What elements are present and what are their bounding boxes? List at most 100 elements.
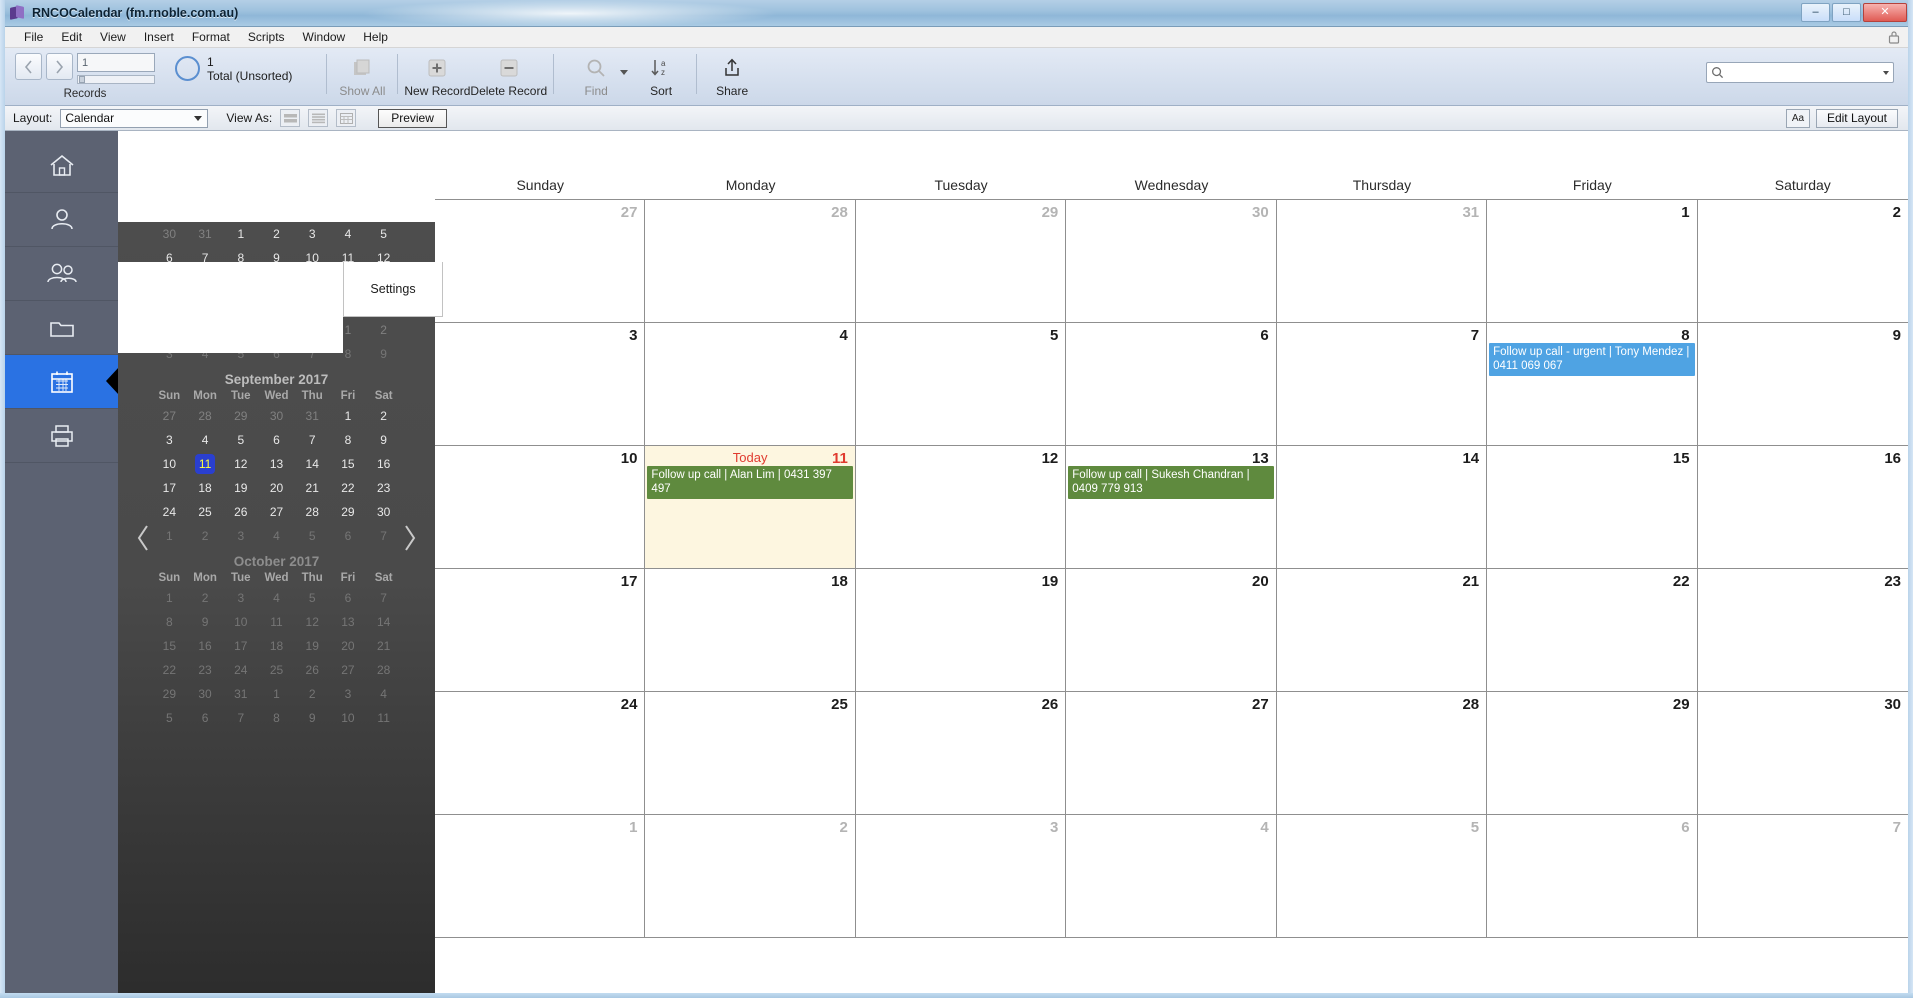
calendar-day-cell[interactable]: 30 <box>1697 692 1908 815</box>
mini-day-cell[interactable]: 6 <box>330 586 366 610</box>
calendar-day-cell[interactable]: 4 <box>1066 815 1277 938</box>
mini-day-cell[interactable]: 28 <box>187 404 223 428</box>
mini-day-cell[interactable]: 2 <box>187 524 223 548</box>
sidebar-item-contacts[interactable] <box>5 247 118 301</box>
mini-day-cell[interactable]: 25 <box>259 658 295 682</box>
mini-day-cell[interactable]: 30 <box>152 222 188 246</box>
search-input[interactable] <box>1728 65 1883 80</box>
preview-button[interactable]: Preview <box>378 108 447 128</box>
menu-item-format[interactable]: Format <box>183 28 239 46</box>
mini-day-cell[interactable]: 16 <box>366 452 402 476</box>
calendar-event[interactable]: Follow up call | Sukesh Chandran | 0409 … <box>1068 466 1274 499</box>
mini-day-cell[interactable]: 3 <box>223 524 259 548</box>
sidebar-item-print[interactable] <box>5 409 118 463</box>
mini-day-cell[interactable]: 8 <box>330 428 366 452</box>
menu-item-view[interactable]: View <box>91 28 135 46</box>
mini-day-cell[interactable]: 21 <box>366 634 402 658</box>
mini-day-cell[interactable]: 28 <box>366 658 402 682</box>
mini-day-cell[interactable]: 16 <box>187 634 223 658</box>
mini-day-cell[interactable]: 29 <box>152 682 188 706</box>
calendar-event[interactable]: Follow up call - urgent | Tony Mendez | … <box>1489 343 1695 376</box>
mini-day-cell[interactable]: 1 <box>152 586 188 610</box>
table-view-icon[interactable] <box>336 109 357 127</box>
calendar-day-cell[interactable]: 6 <box>1487 815 1698 938</box>
mini-day-cell[interactable]: 4 <box>366 682 402 706</box>
mini-day-cell[interactable]: 13 <box>259 452 295 476</box>
mini-day-cell[interactable]: 6 <box>259 428 295 452</box>
calendar-day-cell[interactable]: 18 <box>645 569 856 692</box>
form-view-icon[interactable] <box>280 109 301 127</box>
mini-day-cell[interactable]: 5 <box>294 586 330 610</box>
menu-item-scripts[interactable]: Scripts <box>239 28 294 46</box>
mini-day-cell[interactable]: 2 <box>294 682 330 706</box>
calendar-day-cell[interactable]: 2 <box>1697 200 1908 323</box>
calendar-day-cell[interactable]: Today 11 Follow up call | Alan Lim | 0431 … <box>645 446 856 569</box>
show-all-button[interactable]: Show All <box>333 48 391 106</box>
calendar-day-cell[interactable]: 16 <box>1697 446 1908 569</box>
mini-day-cell[interactable]: 5 <box>223 428 259 452</box>
mini-calendar-prev-button[interactable] <box>132 521 154 555</box>
calendar-day-cell[interactable]: 3 <box>435 323 646 446</box>
layout-select[interactable]: Calendar <box>60 108 209 128</box>
mini-day-cell[interactable]: 25 <box>187 500 223 524</box>
mini-day-cell[interactable]: 27 <box>152 404 188 428</box>
calendar-day-cell[interactable]: 10 <box>435 446 646 569</box>
mini-day-cell[interactable]: 1 <box>152 524 188 548</box>
next-record-button[interactable] <box>46 53 73 80</box>
mini-day-cell[interactable]: 19 <box>223 476 259 500</box>
settings-popup[interactable]: Settings <box>343 262 443 317</box>
calendar-day-cell[interactable]: 19 <box>855 569 1067 692</box>
find-button[interactable]: Find <box>560 48 632 106</box>
sidebar-item-calendar[interactable] <box>5 355 119 409</box>
found-set-pie-icon[interactable] <box>175 56 200 81</box>
mini-day-cell[interactable]: 1 <box>223 222 259 246</box>
mini-day-cell[interactable]: 5 <box>366 222 402 246</box>
mini-day-cell[interactable]: 20 <box>330 634 366 658</box>
calendar-day-cell[interactable]: 28 <box>645 200 856 323</box>
calendar-day-cell[interactable]: 13 Follow up call | Sukesh Chandran | 040… <box>1066 446 1277 569</box>
mini-day-cell[interactable]: 31 <box>223 682 259 706</box>
sidebar-item-contact[interactable] <box>5 193 118 247</box>
mini-day-cell[interactable]: 9 <box>366 342 402 366</box>
calendar-day-cell[interactable]: 7 <box>1697 815 1908 938</box>
menu-item-help[interactable]: Help <box>354 28 397 46</box>
delete-record-button[interactable]: Delete Record <box>470 48 547 106</box>
calendar-day-cell[interactable]: 22 <box>1487 569 1698 692</box>
mini-day-cell[interactable]: 22 <box>152 658 188 682</box>
minimize-button[interactable]: – <box>1801 3 1830 22</box>
mini-day-cell[interactable]: 22 <box>330 476 366 500</box>
menu-item-insert[interactable]: Insert <box>135 28 183 46</box>
mini-day-cell[interactable]: 2 <box>366 318 402 342</box>
mini-day-cell[interactable]: 4 <box>259 524 295 548</box>
calendar-day-cell[interactable]: 5 <box>855 323 1067 446</box>
calendar-day-cell[interactable]: 15 <box>1487 446 1698 569</box>
mini-day-cell[interactable]: 3 <box>330 682 366 706</box>
mini-day-cell[interactable]: 29 <box>330 500 366 524</box>
mini-day-cell[interactable]: 9 <box>366 428 402 452</box>
mini-day-cell[interactable]: 26 <box>223 500 259 524</box>
mini-day-cell[interactable]: 11 <box>366 706 402 730</box>
calendar-day-cell[interactable]: 6 <box>1066 323 1277 446</box>
mini-day-cell[interactable]: 12 <box>294 610 330 634</box>
mini-day-cell[interactable]: 5 <box>152 706 188 730</box>
mini-day-cell[interactable]: 17 <box>223 634 259 658</box>
mini-day-cell[interactable]: 23 <box>366 476 402 500</box>
mini-day-cell[interactable]: 14 <box>294 452 330 476</box>
mini-day-cell[interactable]: 3 <box>294 222 330 246</box>
calendar-day-cell[interactable]: 25 <box>645 692 856 815</box>
mini-day-cell[interactable]: 3 <box>152 428 188 452</box>
calendar-day-cell[interactable]: 29 <box>855 200 1067 323</box>
mini-day-cell[interactable]: 10 <box>330 706 366 730</box>
mini-day-cell[interactable]: 31 <box>294 404 330 428</box>
mini-day-cell[interactable]: 17 <box>152 476 188 500</box>
mini-day-cell[interactable]: 14 <box>366 610 402 634</box>
mini-day-cell[interactable]: 27 <box>330 658 366 682</box>
calendar-day-cell[interactable]: 1 <box>435 815 646 938</box>
calendar-day-cell[interactable]: 14 <box>1276 446 1488 569</box>
menu-item-edit[interactable]: Edit <box>52 28 91 46</box>
calendar-day-cell[interactable]: 3 <box>855 815 1067 938</box>
mini-day-cell[interactable]: 7 <box>366 524 402 548</box>
mini-day-cell[interactable]: 8 <box>259 706 295 730</box>
mini-day-cell[interactable]: 8 <box>152 610 188 634</box>
mini-day-cell[interactable]: 4 <box>259 586 295 610</box>
